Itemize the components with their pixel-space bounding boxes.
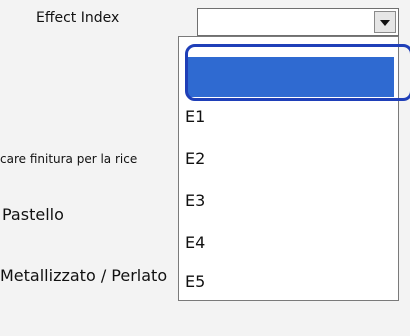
pastel-label: Pastello — [2, 205, 64, 224]
dropdown-toggle-button[interactable] — [374, 11, 396, 33]
dropdown-option-e1[interactable]: E1 — [179, 107, 398, 126]
dropdown-option-e5[interactable]: E5 — [179, 272, 398, 291]
dropdown-option-e4[interactable]: E4 — [179, 233, 398, 252]
metallic-pearl-label: Metallizzato / Perlato — [0, 266, 168, 285]
selected-option-highlight — [185, 44, 410, 101]
effect-index-select[interactable] — [197, 8, 399, 36]
finish-hint-text: care finitura per la rice — [0, 152, 138, 166]
chevron-down-icon — [380, 20, 390, 26]
effect-index-label: Effect Index — [36, 10, 120, 26]
dropdown-option-e3[interactable]: E3 — [179, 191, 398, 210]
dropdown-option-e2[interactable]: E2 — [179, 149, 398, 168]
